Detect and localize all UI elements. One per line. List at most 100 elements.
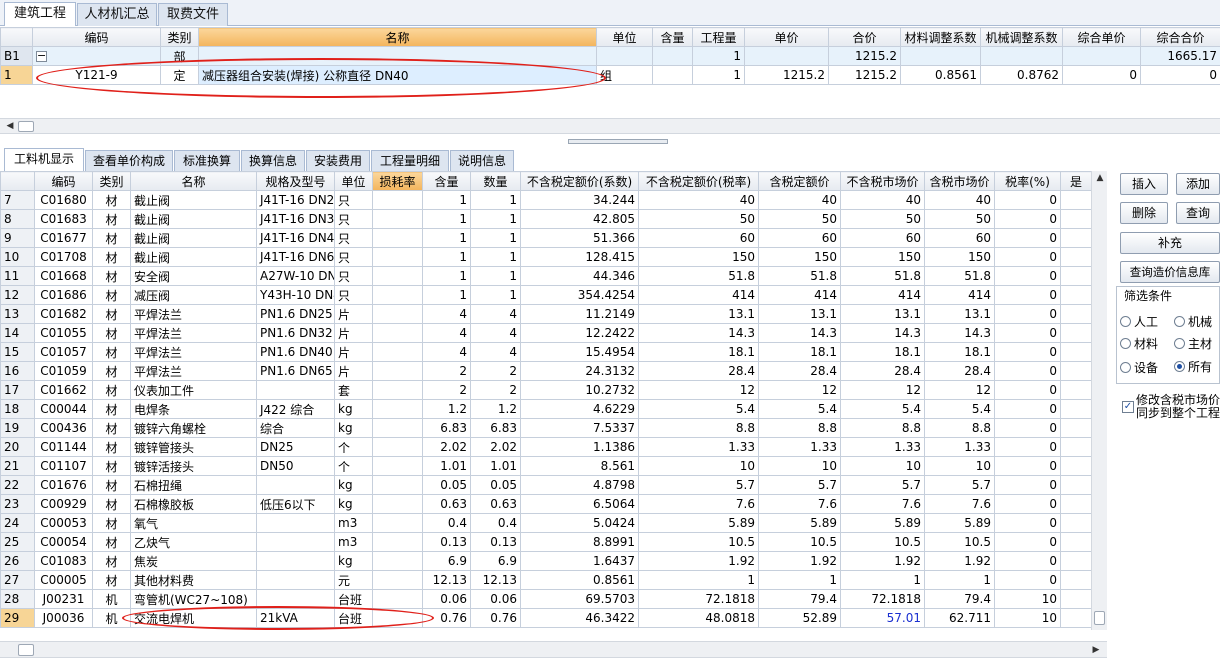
cell-name[interactable]: 电焊条 — [130, 399, 257, 419]
cell-unit[interactable]: 只 — [334, 285, 373, 305]
cell-tax-rate[interactable]: 0 — [994, 247, 1061, 267]
cell-pretax-market[interactable]: 40 — [840, 190, 925, 210]
cell-code[interactable]: C01107 — [34, 456, 93, 476]
cell-spec[interactable]: PN1.6 DN32 — [256, 323, 335, 343]
cell-type[interactable]: 材 — [92, 304, 131, 324]
radio-material[interactable]: 材料 — [1120, 335, 1158, 352]
cell-name[interactable]: 镀锌活接头 — [130, 456, 257, 476]
col-yes[interactable]: 是 — [1060, 171, 1092, 191]
cell-spec[interactable]: J422 综合 — [256, 399, 335, 419]
cell-taxed-quota[interactable]: 52.89 — [758, 608, 841, 628]
cell-loss-rate[interactable] — [372, 551, 423, 571]
lower-vertical-scrollbar[interactable]: ▲ — [1091, 171, 1107, 630]
cell-taxed-market[interactable]: 14.3 — [924, 323, 995, 343]
cell-loss-rate[interactable] — [372, 456, 423, 476]
cell-yes[interactable] — [1060, 266, 1092, 286]
cell-taxed-quota[interactable]: 8.8 — [758, 418, 841, 438]
cell-spec[interactable] — [256, 380, 335, 400]
cell-tax-rate[interactable]: 0 — [994, 323, 1061, 343]
cell-type[interactable]: 材 — [92, 399, 131, 419]
cell-pretax-quota-rate[interactable]: 5.89 — [638, 513, 759, 533]
cell-type[interactable]: 部 — [160, 46, 199, 66]
cell-pretax-market[interactable]: 10 — [840, 456, 925, 476]
query-price-library-button[interactable]: 查询造价信息库 — [1120, 261, 1220, 283]
cell-pretax-quota-rate[interactable]: 18.1 — [638, 342, 759, 362]
cell-yes[interactable] — [1060, 247, 1092, 267]
cell-pretax-market[interactable]: 28.4 — [840, 361, 925, 381]
cell-pretax-market[interactable]: 18.1 — [840, 342, 925, 362]
cell-code[interactable]: C01668 — [34, 266, 93, 286]
cell-taxed-quota[interactable]: 28.4 — [758, 361, 841, 381]
cell-tax-rate[interactable]: 0 — [994, 494, 1061, 514]
cell-code[interactable]: C01662 — [34, 380, 93, 400]
cell-content[interactable]: 0.13 — [422, 532, 471, 552]
cell-loss-rate[interactable] — [372, 304, 423, 324]
cell-spec[interactable]: 21kVA — [256, 608, 335, 628]
cell-loss-rate[interactable] — [372, 494, 423, 514]
col-quantity[interactable]: 工程量 — [692, 27, 745, 47]
tab-labor-material-display[interactable]: 工料机显示 — [4, 148, 84, 171]
row-header[interactable]: 13 — [0, 304, 35, 324]
cell-content[interactable] — [652, 46, 693, 66]
cell-unit[interactable]: kg — [334, 475, 373, 495]
cell-type[interactable]: 材 — [92, 323, 131, 343]
cell-pretax-quota-coef[interactable]: 0.8561 — [520, 570, 639, 590]
cell-pretax-market[interactable]: 8.8 — [840, 418, 925, 438]
cell-taxed-quota[interactable]: 12 — [758, 380, 841, 400]
row-header[interactable]: 1 — [0, 65, 33, 85]
cell-type[interactable]: 材 — [92, 361, 131, 381]
cell-tax-rate[interactable]: 0 — [994, 361, 1061, 381]
table-row-quota[interactable]: 1 Y121-9 定 减压器组合安装(焊接) 公称直径 DN40 组 1 121… — [0, 65, 1220, 85]
cell-tax-rate[interactable]: 0 — [994, 342, 1061, 362]
col-spec[interactable]: 规格及型号 — [256, 171, 335, 191]
cell-pretax-market[interactable]: 51.8 — [840, 266, 925, 286]
cell-loss-rate[interactable] — [372, 285, 423, 305]
cell-code[interactable]: C00054 — [34, 532, 93, 552]
cell-spec[interactable] — [256, 513, 335, 533]
cell-tax-rate[interactable]: 0 — [994, 285, 1061, 305]
cell-taxed-market[interactable]: 5.7 — [924, 475, 995, 495]
cell-pretax-market[interactable]: 14.3 — [840, 323, 925, 343]
cell-spec[interactable]: J41T-16 DN3 — [256, 209, 335, 229]
cell-name[interactable]: 弯管机(WC27~108) — [130, 589, 257, 609]
radio-dot[interactable] — [1120, 316, 1131, 327]
cell-yes[interactable] — [1060, 323, 1092, 343]
col-content[interactable]: 含量 — [652, 27, 693, 47]
cell-yes[interactable] — [1060, 456, 1092, 476]
col-type[interactable]: 类别 — [92, 171, 131, 191]
cell-loss-rate[interactable] — [372, 323, 423, 343]
cell-taxed-quota[interactable]: 60 — [758, 228, 841, 248]
cell-type[interactable]: 材 — [92, 551, 131, 571]
cell-machine-coef[interactable] — [980, 46, 1063, 66]
cell-content[interactable] — [652, 65, 693, 85]
table-row[interactable]: 9 C01677 材截止阀 J41T-16 DN4 只 1 1 51.366 60 60 60 60 0 — [0, 228, 1092, 248]
cell-spec[interactable]: PN1.6 DN25 — [256, 304, 335, 324]
cell-unit[interactable]: 只 — [334, 266, 373, 286]
table-row[interactable]: 15 C01057 材平焊法兰 PN1.6 DN40 片 4 4 15.4954 18.1 18.… — [0, 342, 1092, 362]
tab-conversion-info[interactable]: 换算信息 — [241, 150, 305, 171]
cell-content[interactable]: 1 — [422, 266, 471, 286]
sync-checkbox[interactable]: ✓ — [1122, 401, 1134, 413]
col-tax-rate[interactable]: 税率(%) — [994, 171, 1061, 191]
cell-code[interactable]: J00231 — [34, 589, 93, 609]
cell-yes[interactable] — [1060, 304, 1092, 324]
col-loss-rate[interactable]: 损耗率 — [372, 171, 423, 191]
cell-content[interactable]: 4 — [422, 342, 471, 362]
cell-tax-rate[interactable]: 0 — [994, 380, 1061, 400]
cell-pretax-quota-coef[interactable]: 42.805 — [520, 209, 639, 229]
row-header[interactable]: 20 — [0, 437, 35, 457]
cell-content[interactable]: 1 — [422, 228, 471, 248]
cell-material-coef[interactable] — [900, 46, 981, 66]
cell-taxed-quota[interactable]: 414 — [758, 285, 841, 305]
col-content[interactable]: 含量 — [422, 171, 471, 191]
cell-amount[interactable]: 1 — [470, 228, 521, 248]
table-row[interactable]: 22 C01676 材石棉扭绳 kg 0.05 0.05 4.8798 5.7 5.7 5.7 5.… — [0, 475, 1092, 495]
cell-type[interactable]: 材 — [92, 342, 131, 362]
cell-name[interactable]: 交流电焊机 — [130, 608, 257, 628]
cell-unit[interactable]: 组 — [596, 65, 653, 85]
cell-unit[interactable]: 台班 — [334, 608, 373, 628]
cell-pretax-quota-rate[interactable]: 1 — [638, 570, 759, 590]
cell-name[interactable]: 截止阀 — [130, 190, 257, 210]
cell-yes[interactable] — [1060, 494, 1092, 514]
cell-taxed-quota[interactable]: 50 — [758, 209, 841, 229]
